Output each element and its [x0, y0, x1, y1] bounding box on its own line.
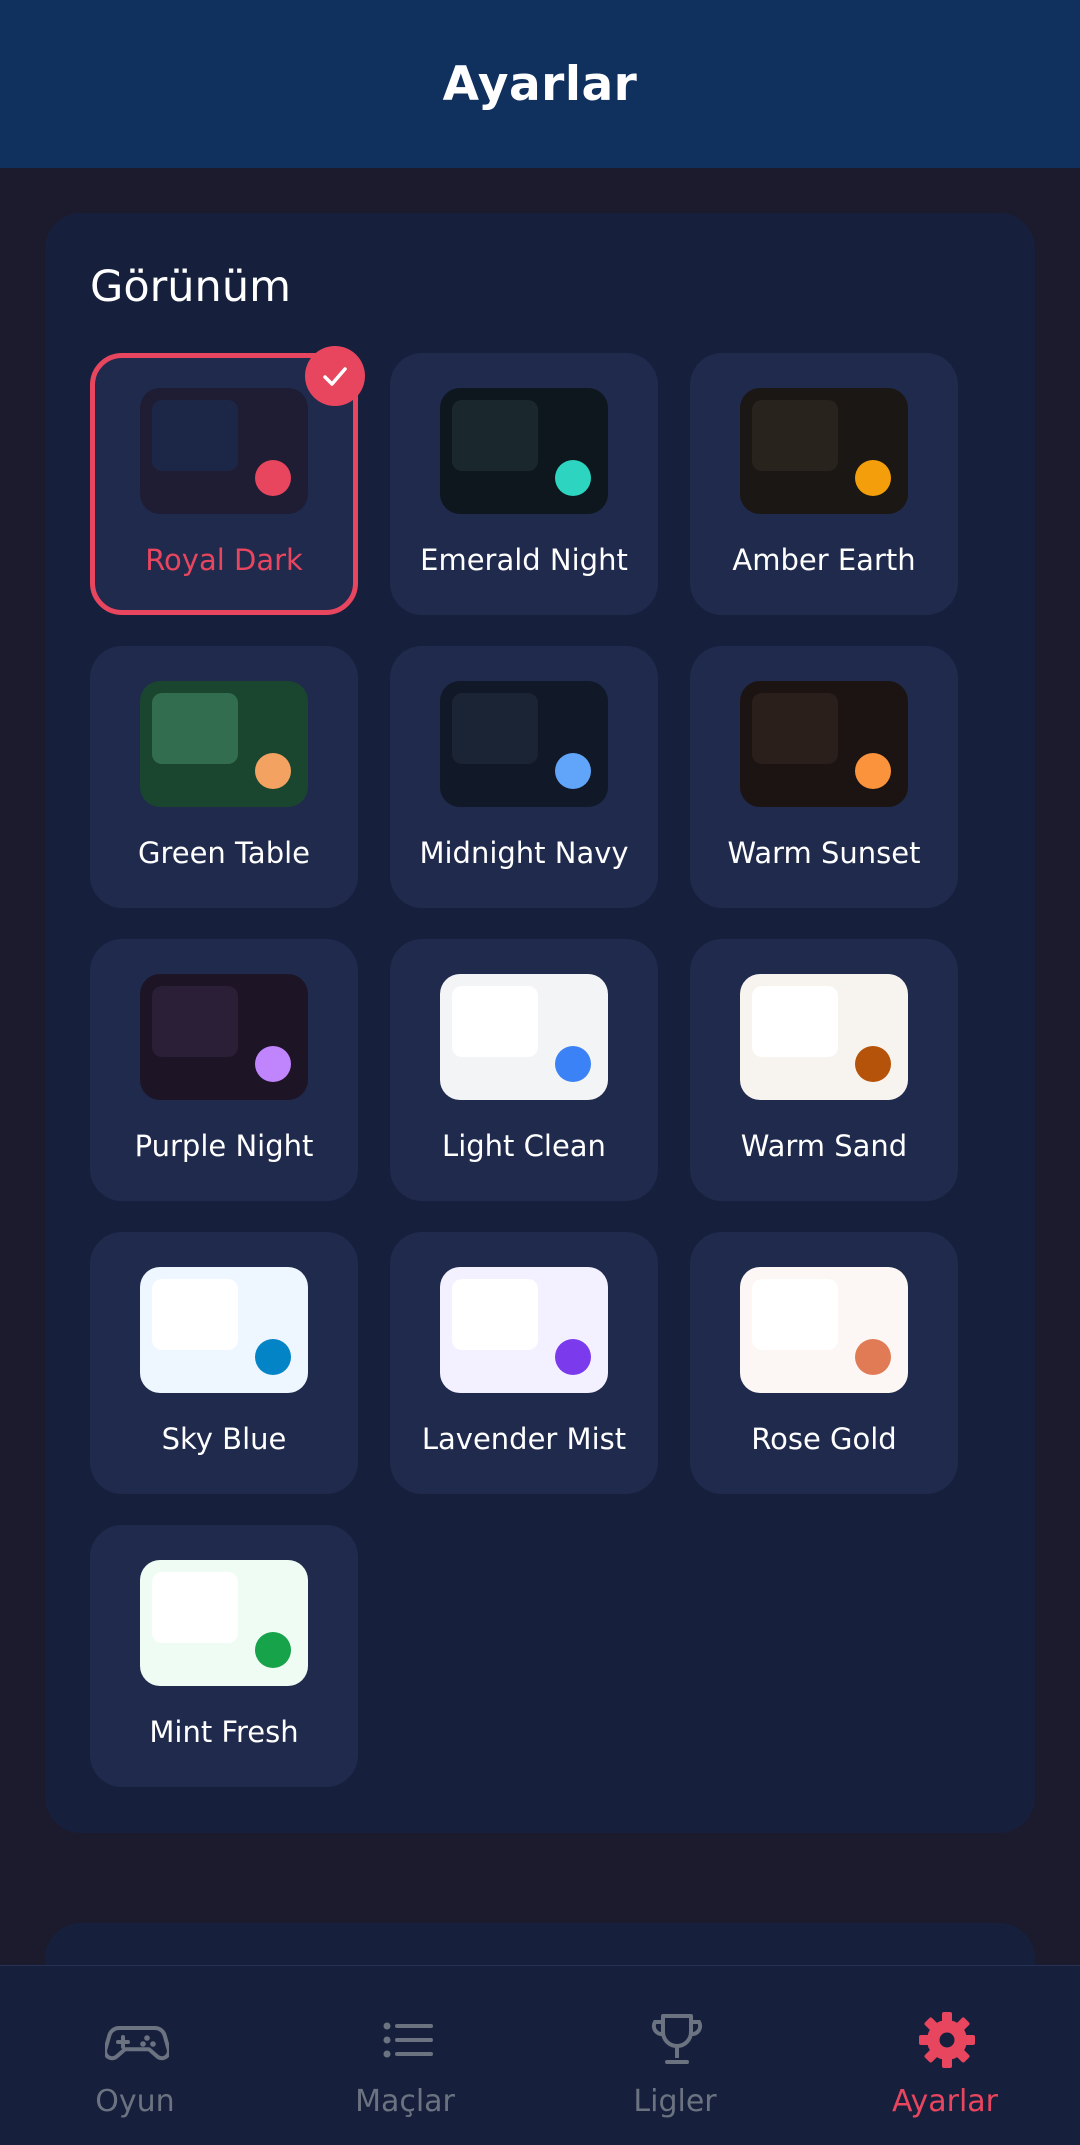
theme-label: Warm Sand — [740, 1129, 908, 1163]
theme-accent-dot — [255, 460, 291, 496]
theme-preview — [140, 974, 308, 1100]
theme-label: Emerald Night — [420, 543, 628, 577]
theme-preview — [440, 974, 608, 1100]
theme-accent-dot — [255, 1632, 291, 1668]
nav-label-ligler: Ligler — [633, 2084, 717, 2119]
nav-item-ligler[interactable]: Ligler — [540, 1966, 810, 2145]
theme-option-warm-sand[interactable]: Warm Sand — [690, 939, 958, 1201]
theme-accent-dot — [555, 753, 591, 789]
theme-preview — [140, 388, 308, 514]
theme-preview-panel — [452, 693, 538, 764]
app-screen: Ayarlar Görünüm Royal Dark Emerald Night A… — [0, 0, 1080, 2145]
theme-accent-dot — [855, 460, 891, 496]
theme-accent-dot — [555, 1046, 591, 1082]
theme-option-sky-blue[interactable]: Sky Blue — [90, 1232, 358, 1494]
theme-label: Royal Dark — [145, 543, 303, 577]
theme-preview-panel — [752, 1279, 838, 1350]
bottom-navigation: Oyun Maçlar Ligler Ayarlar — [0, 1965, 1080, 2145]
theme-accent-dot — [555, 1339, 591, 1375]
theme-preview-panel — [152, 986, 238, 1057]
theme-accent-dot — [855, 1046, 891, 1082]
theme-label: Warm Sunset — [727, 836, 921, 870]
gamepad-icon — [105, 2026, 169, 2061]
theme-option-warm-sunset[interactable]: Warm Sunset — [690, 646, 958, 908]
theme-option-midnight-navy[interactable]: Midnight Navy — [390, 646, 658, 908]
theme-preview — [140, 681, 308, 807]
theme-preview — [740, 974, 908, 1100]
theme-option-light-clean[interactable]: Light Clean — [390, 939, 658, 1201]
theme-option-amber-earth[interactable]: Amber Earth — [690, 353, 958, 615]
theme-preview — [740, 388, 908, 514]
theme-preview-panel — [152, 400, 238, 471]
theme-label: Midnight Navy — [419, 836, 629, 870]
theme-label: Lavender Mist — [421, 1422, 627, 1456]
theme-label: Green Table — [137, 836, 311, 870]
theme-preview-panel — [752, 693, 838, 764]
theme-preview — [440, 388, 608, 514]
theme-accent-dot — [555, 460, 591, 496]
nav-label-ayarlar: Ayarlar — [891, 2084, 998, 2119]
appearance-section-title: Görünüm — [90, 262, 291, 312]
theme-preview-panel — [752, 400, 838, 471]
theme-accent-dot — [255, 1339, 291, 1375]
list-icon — [383, 2022, 433, 2058]
theme-option-purple-night[interactable]: Purple Night — [90, 939, 358, 1201]
nav-item-maclar[interactable]: Maçlar — [270, 1966, 540, 2145]
theme-preview — [140, 1267, 308, 1393]
theme-preview — [740, 681, 908, 807]
theme-option-rose-gold[interactable]: Rose Gold — [690, 1232, 958, 1494]
theme-option-mint-fresh[interactable]: Mint Fresh — [90, 1525, 358, 1787]
theme-preview-panel — [452, 986, 538, 1057]
theme-accent-dot — [255, 1046, 291, 1082]
theme-preview-panel — [752, 986, 838, 1057]
gear-icon — [919, 2012, 975, 2068]
nav-label-oyun: Oyun — [95, 2084, 175, 2119]
nav-item-oyun[interactable]: Oyun — [0, 1966, 270, 2145]
nav-label-maclar: Maçlar — [355, 2084, 455, 2119]
theme-option-green-table[interactable]: Green Table — [90, 646, 358, 908]
theme-label: Rose Gold — [751, 1422, 897, 1456]
theme-label: Amber Earth — [732, 543, 916, 577]
theme-preview — [740, 1267, 908, 1393]
theme-accent-dot — [855, 1339, 891, 1375]
selected-check-icon — [305, 346, 365, 406]
theme-preview-panel — [152, 693, 238, 764]
theme-preview — [440, 1267, 608, 1393]
theme-label: Purple Night — [134, 1129, 314, 1163]
theme-accent-dot — [255, 753, 291, 789]
theme-preview-panel — [152, 1279, 238, 1350]
app-header: Ayarlar — [0, 0, 1080, 168]
page-title: Ayarlar — [442, 56, 638, 112]
theme-label: Mint Fresh — [149, 1715, 299, 1749]
theme-preview — [440, 681, 608, 807]
theme-label: Sky Blue — [161, 1422, 287, 1456]
theme-accent-dot — [855, 753, 891, 789]
theme-preview-panel — [152, 1572, 238, 1643]
trophy-icon — [651, 2014, 703, 2064]
theme-preview-panel — [452, 1279, 538, 1350]
theme-option-emerald-night[interactable]: Emerald Night — [390, 353, 658, 615]
theme-preview — [140, 1560, 308, 1686]
theme-option-lavender-mist[interactable]: Lavender Mist — [390, 1232, 658, 1494]
theme-label: Light Clean — [442, 1129, 606, 1163]
theme-preview-panel — [452, 400, 538, 471]
nav-item-ayarlar[interactable]: Ayarlar — [810, 1966, 1080, 2145]
